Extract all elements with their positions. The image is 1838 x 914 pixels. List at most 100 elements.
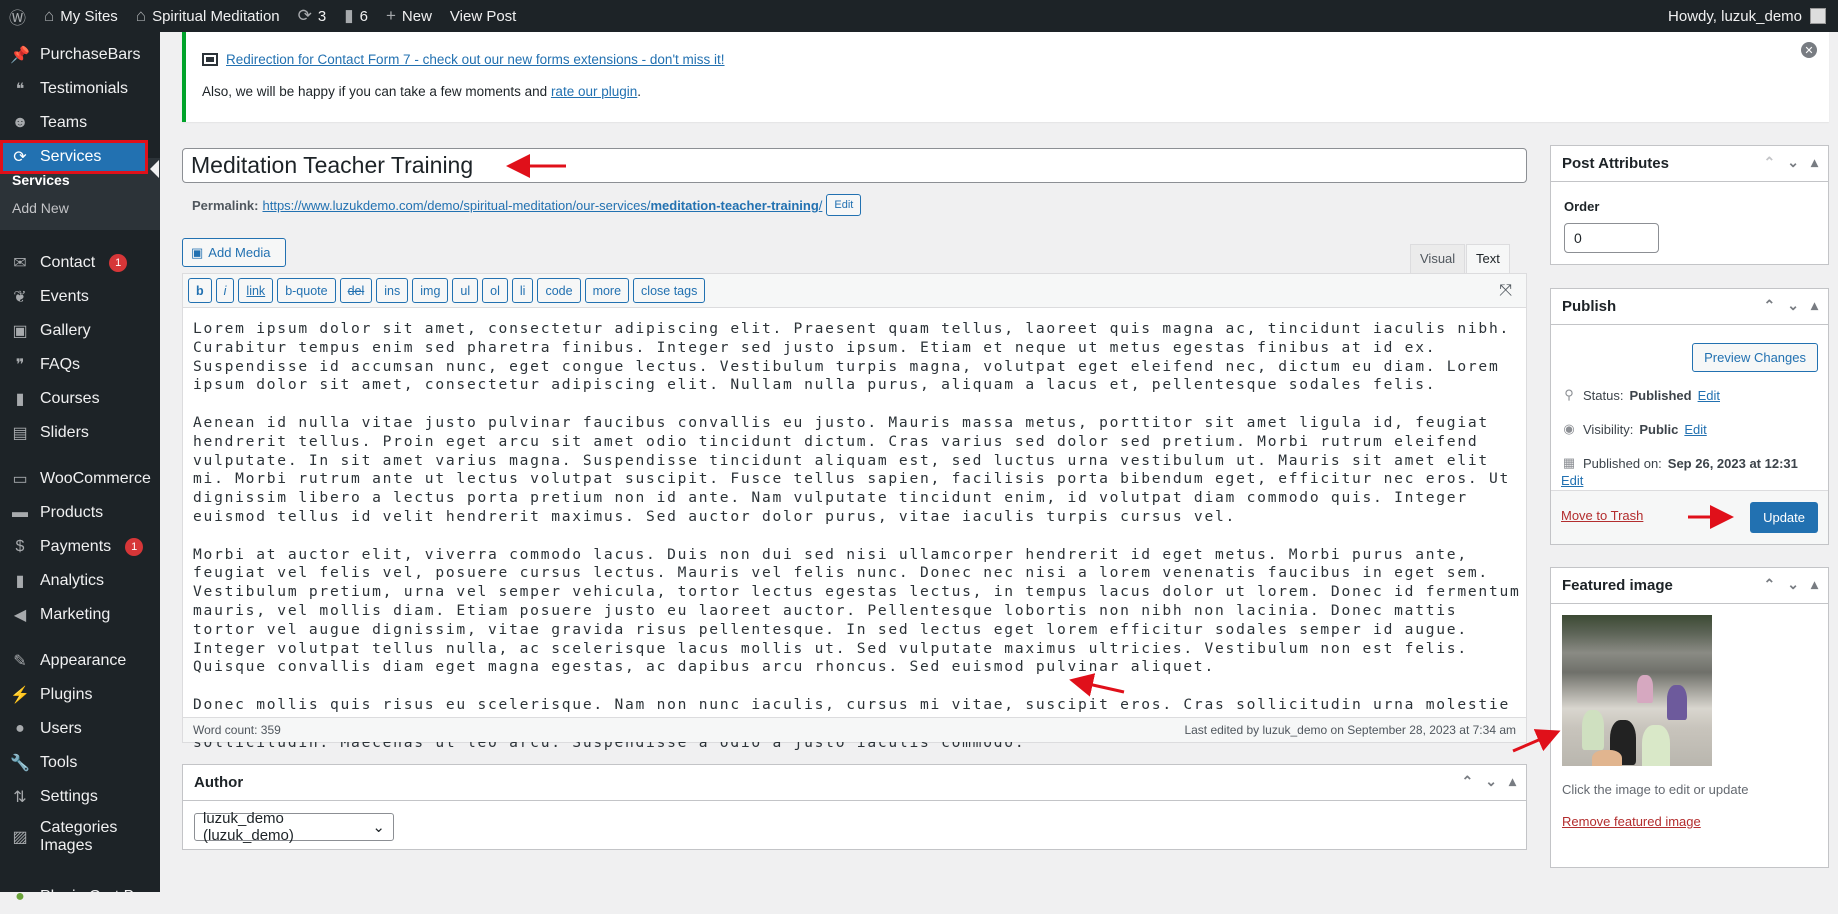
permalink-slug: meditation-teacher-training — [650, 197, 819, 213]
sidebar-item-contact[interactable]: ✉ Contact 1 — [0, 246, 160, 280]
preview-changes-button[interactable]: Preview Changes — [1692, 343, 1818, 372]
quicktag-ins-button[interactable]: ins — [376, 278, 409, 303]
content-paragraph: Morbi at auctor elit, viverra commodo la… — [193, 545, 1521, 676]
featured-image-thumbnail[interactable] — [1562, 615, 1712, 766]
sidebar-item-events[interactable]: ❦ Events — [0, 280, 160, 314]
permalink-end: / — [818, 197, 823, 213]
toggle-panel-icon[interactable]: ▴ — [1811, 576, 1818, 593]
sidebar-item-gallery[interactable]: ▣ Gallery — [0, 314, 160, 348]
sidebar-item-tools[interactable]: 🔧 Tools — [0, 746, 160, 780]
toggle-panel-icon[interactable]: ▴ — [1509, 773, 1516, 790]
edit-status-link[interactable]: Edit — [1698, 388, 1720, 403]
move-down-icon[interactable]: ⌄ — [1787, 154, 1799, 171]
quicktag-b-quote-button[interactable]: b-quote — [277, 278, 336, 303]
sidebar-item-settings[interactable]: ⇅ Settings — [0, 780, 160, 814]
sidebar-item-appearance[interactable]: ✎ Appearance — [0, 644, 160, 678]
edit-visibility-link[interactable]: Edit — [1684, 422, 1706, 437]
notice-link[interactable]: Redirection for Contact Form 7 - check o… — [226, 52, 725, 67]
publish-title: Publish — [1562, 298, 1617, 315]
wordpress-logo[interactable]: Ⓦ — [0, 0, 35, 32]
tab-visual[interactable]: Visual — [1410, 244, 1466, 274]
sidebar-item-purchasebars[interactable]: 📌 PurchaseBars — [0, 38, 160, 72]
quicktag-i-button[interactable]: i — [215, 278, 235, 303]
sidebar-item-label: Tools — [40, 754, 78, 771]
quicktag-code-button[interactable]: code — [537, 278, 581, 303]
sites-icon: ⌂ — [44, 6, 55, 25]
post-title-input[interactable]: Meditation Teacher Training — [182, 148, 1527, 183]
quicktag-link-button[interactable]: link — [238, 278, 274, 303]
comments-link[interactable]: ▮ 6 — [335, 0, 377, 32]
sidebar-item-services[interactable]: ⟳ Services — [0, 140, 148, 174]
sidebar-item-woocommerce[interactable]: ▭ WooCommerce — [0, 462, 160, 496]
sidebar-item-categories-images[interactable]: ▨ Categories Images — [0, 815, 160, 859]
order-label: Order — [1564, 199, 1600, 214]
move-down-icon[interactable]: ⌄ — [1787, 576, 1799, 593]
sidebar-item-sliders[interactable]: ▤ Sliders — [0, 416, 160, 450]
tab-text[interactable]: Text — [1466, 244, 1510, 274]
quicktag-ol-button[interactable]: ol — [482, 278, 508, 303]
sidebar-item-products[interactable]: ▬ Products — [0, 496, 160, 530]
move-to-trash-link[interactable]: Move to Trash — [1561, 508, 1643, 523]
toggle-panel-icon[interactable]: ▴ — [1811, 154, 1818, 171]
edit-date-link[interactable]: Edit — [1561, 473, 1583, 488]
account-menu[interactable]: Howdy, luzuk_demo — [1668, 8, 1838, 25]
quicktag-more-button[interactable]: more — [584, 278, 630, 303]
notification-badge: 1 — [109, 254, 128, 272]
move-up-icon[interactable]: ⌃ — [1764, 154, 1776, 171]
sidebar-item-analytics[interactable]: ▮ Analytics — [0, 564, 160, 598]
update-icon: ⟳ — [297, 6, 312, 25]
sidebar-item-marketing[interactable]: ◀ Marketing — [0, 598, 160, 632]
view-post-link[interactable]: View Post — [441, 0, 525, 32]
wrench-icon: 🔧 — [10, 755, 30, 772]
new-content-link[interactable]: + New — [377, 0, 441, 32]
quicktag-close-tags-button[interactable]: close tags — [633, 278, 706, 303]
sliders-icon: ⇅ — [13, 789, 27, 806]
updates-link[interactable]: ⟳ 3 — [289, 0, 336, 32]
content-textarea[interactable]: Lorem ipsum dolor sit amet, consectetur … — [193, 320, 1521, 771]
sidebar-item-faqs[interactable]: ❞ FAQs — [0, 348, 160, 382]
quicktag-img-button[interactable]: img — [412, 278, 449, 303]
home-icon: ⌂ — [135, 6, 147, 25]
brush-icon: ✎ — [13, 653, 27, 670]
permalink-edit-button[interactable]: Edit — [826, 194, 862, 216]
sidebar-item-plugin-cart-bar[interactable]: ● Plugin Cart Bar — [0, 880, 160, 914]
toggle-panel-icon[interactable]: ▴ — [1811, 297, 1818, 314]
quicktag-li-button[interactable]: li — [511, 278, 534, 303]
sidebar-item-label: Events — [40, 288, 89, 305]
sidebar-item-courses[interactable]: ▮ Courses — [0, 382, 160, 416]
move-up-icon[interactable]: ⌃ — [1462, 773, 1474, 790]
quicktag-del-button[interactable]: del — [339, 278, 373, 303]
sidebar-item-users[interactable]: ● Users — [0, 712, 160, 746]
permalink-link[interactable]: https://www.luzukdemo.com/demo/spiritual… — [262, 198, 822, 213]
quicktag-ul-button[interactable]: ul — [452, 278, 479, 303]
fullscreen-icon[interactable]: ⤧ — [1499, 282, 1512, 300]
submenu-add-new[interactable]: Add New — [12, 200, 69, 216]
order-input[interactable]: 0 — [1564, 223, 1659, 253]
add-media-button[interactable]: ▣ Add Media — [182, 238, 286, 267]
avatar — [1810, 8, 1826, 24]
move-down-icon[interactable]: ⌄ — [1787, 297, 1799, 314]
my-sites-link[interactable]: ⌂ My Sites — [35, 0, 127, 32]
remove-featured-image-link[interactable]: Remove featured image — [1562, 814, 1701, 829]
sidebar-item-testimonials[interactable]: ❝ Testimonials — [0, 72, 160, 106]
published-label: Published on: — [1583, 455, 1662, 471]
submenu-services[interactable]: Services — [12, 172, 70, 188]
move-down-icon[interactable]: ⌄ — [1485, 773, 1497, 790]
form-icon — [202, 53, 218, 66]
sidebar-item-teams[interactable]: ☻ Teams — [0, 106, 160, 140]
media-icon: ▣ — [191, 244, 204, 260]
rate-plugin-link[interactable]: rate our plugin — [551, 84, 637, 99]
sidebar-item-payments[interactable]: $ Payments 1 — [0, 530, 160, 564]
sidebar-item-plugins[interactable]: ⚡ Plugins — [0, 678, 160, 712]
sidebar-item-label: WooCommerce — [40, 470, 151, 487]
email-icon: ✉ — [13, 255, 27, 272]
update-button[interactable]: Update — [1750, 502, 1818, 533]
move-up-icon[interactable]: ⌃ — [1764, 576, 1776, 593]
quicktag-b-button[interactable]: b — [188, 278, 212, 303]
palm-icon: ❦ — [13, 289, 27, 306]
dismiss-notice-icon[interactable]: ✕ — [1801, 42, 1817, 58]
sidebar-item-label: Users — [40, 720, 82, 737]
author-select[interactable]: luzuk_demo (luzuk_demo) ⌄ — [194, 810, 394, 844]
site-name-link[interactable]: ⌂ Spiritual Meditation — [127, 0, 289, 32]
move-up-icon[interactable]: ⌃ — [1764, 297, 1776, 314]
